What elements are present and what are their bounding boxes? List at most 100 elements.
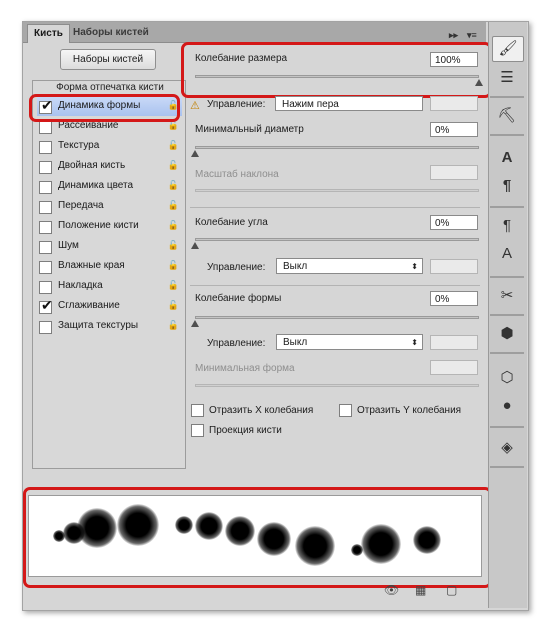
checkbox[interactable] bbox=[39, 261, 52, 274]
list-item-smoothing[interactable]: ✔ Сглаживание 🔓 bbox=[37, 297, 182, 316]
select-arrows-icon: ⬍ bbox=[411, 338, 418, 347]
warning-icon: ⚠ bbox=[190, 100, 200, 112]
separator bbox=[490, 134, 524, 136]
roundness-control-label: Управление: bbox=[207, 338, 266, 349]
angle-jitter-slider[interactable] bbox=[195, 238, 479, 241]
brush-tool-icon[interactable]: 🖌 bbox=[492, 36, 524, 62]
character-icon[interactable]: A bbox=[492, 146, 522, 170]
highlight-preview bbox=[23, 487, 492, 588]
lock-icon[interactable]: 🔓 bbox=[168, 260, 179, 271]
roundness-control-select[interactable]: Выкл ⬍ bbox=[276, 334, 423, 350]
flip-x-label: Отразить X колебания bbox=[209, 405, 314, 416]
3d-icon[interactable]: ⬢ bbox=[492, 322, 522, 346]
lock-icon[interactable]: 🔓 bbox=[168, 180, 179, 191]
separator bbox=[490, 206, 524, 208]
lock-icon[interactable]: 🔓 bbox=[168, 200, 179, 211]
tools-icon[interactable]: ✂ bbox=[492, 284, 522, 308]
checkbox[interactable] bbox=[39, 181, 52, 194]
tilt-scale-label: Масштаб наклона bbox=[195, 169, 279, 180]
min-roundness-field bbox=[430, 360, 478, 375]
separator bbox=[490, 314, 524, 316]
min-roundness-slider bbox=[195, 384, 479, 387]
separator bbox=[490, 96, 524, 98]
flip-x-checkbox[interactable] bbox=[191, 404, 204, 417]
tab-brush[interactable]: Кисть bbox=[27, 24, 70, 43]
lock-icon[interactable]: 🔓 bbox=[168, 140, 179, 151]
lock-icon[interactable]: 🔓 bbox=[168, 320, 179, 331]
checkbox[interactable] bbox=[39, 141, 52, 154]
size-control-extra-field bbox=[430, 96, 478, 111]
list-item-protect-texture[interactable]: Защита текстуры 🔓 bbox=[37, 317, 182, 336]
flip-y-checkbox[interactable] bbox=[339, 404, 352, 417]
list-item-transfer[interactable]: Передача 🔓 bbox=[37, 197, 182, 216]
adjustments-icon[interactable]: ● bbox=[492, 394, 522, 418]
divider bbox=[190, 285, 480, 286]
min-diameter-field[interactable]: 0% bbox=[430, 122, 478, 137]
char-styles-icon[interactable]: A bbox=[492, 242, 522, 266]
checkbox[interactable] bbox=[39, 221, 52, 234]
roundness-jitter-slider-thumb[interactable] bbox=[191, 320, 199, 327]
brush-projection-checkbox[interactable] bbox=[191, 424, 204, 437]
select-arrows-icon: ⬍ bbox=[411, 262, 418, 271]
min-roundness-label: Минимальная форма bbox=[195, 363, 295, 374]
list-item-brush-pose[interactable]: Положение кисти 🔓 bbox=[37, 217, 182, 236]
min-diameter-slider-thumb[interactable] bbox=[191, 150, 199, 157]
tab-bar: Кисть Наборы кистей ▸▸ ▾≡ bbox=[23, 22, 486, 43]
highlight-shape-dynamics bbox=[29, 94, 180, 122]
clone-source-icon[interactable]: ⛏ bbox=[492, 104, 522, 128]
tab-brush-presets[interactable]: Наборы кистей bbox=[67, 24, 155, 42]
list-item-dual-brush[interactable]: Двойная кисть 🔓 bbox=[37, 157, 182, 176]
roundness-jitter-slider[interactable] bbox=[195, 316, 479, 319]
brush-projection-label: Проекция кисти bbox=[209, 425, 282, 436]
lock-icon[interactable]: 🔓 bbox=[168, 300, 179, 311]
separator bbox=[490, 466, 524, 468]
highlight-size-jitter bbox=[181, 42, 492, 98]
checkbox[interactable] bbox=[39, 321, 52, 334]
roundness-control-extra-field bbox=[430, 335, 478, 350]
size-control-label: Управление: bbox=[207, 99, 266, 110]
brush-presets-button[interactable]: Наборы кистей bbox=[60, 49, 156, 70]
list-item-build-up[interactable]: Накладка 🔓 bbox=[37, 277, 182, 296]
checkbox[interactable] bbox=[39, 201, 52, 214]
angle-control-label: Управление: bbox=[207, 262, 266, 273]
checkbox[interactable] bbox=[39, 241, 52, 254]
list-item-color-dynamics[interactable]: Динамика цвета 🔓 bbox=[37, 177, 182, 196]
brush-tip-shape-item[interactable]: Форма отпечатка кисти bbox=[40, 82, 180, 93]
flip-y-label: Отразить Y колебания bbox=[357, 405, 462, 416]
checkbox[interactable] bbox=[39, 161, 52, 174]
angle-jitter-field[interactable]: 0% bbox=[430, 215, 478, 230]
roundness-jitter-label: Колебание формы bbox=[195, 293, 282, 304]
tilt-scale-slider bbox=[195, 189, 479, 192]
paragraph-icon[interactable]: ¶ bbox=[492, 174, 522, 198]
separator bbox=[490, 276, 524, 278]
lock-icon[interactable]: 🔓 bbox=[168, 240, 179, 251]
size-control-select[interactable]: Нажим пера bbox=[275, 96, 423, 111]
list-item-wet-edges[interactable]: Влажные края 🔓 bbox=[37, 257, 182, 276]
angle-jitter-label: Колебание угла bbox=[195, 217, 268, 228]
lock-icon[interactable]: 🔓 bbox=[168, 220, 179, 231]
3d-scene-icon[interactable]: ⬡ bbox=[492, 366, 522, 390]
min-diameter-slider[interactable] bbox=[195, 146, 479, 149]
para-styles-icon[interactable]: ¶ bbox=[492, 214, 522, 238]
angle-jitter-slider-thumb[interactable] bbox=[191, 242, 199, 249]
roundness-jitter-field[interactable]: 0% bbox=[430, 291, 478, 306]
divider bbox=[190, 207, 480, 208]
new-preset-icon[interactable]: ▢ bbox=[446, 583, 457, 597]
layers-icon[interactable]: ◈ bbox=[492, 436, 522, 460]
lock-icon[interactable]: 🔓 bbox=[168, 160, 179, 171]
toggle-live-tip-icon[interactable]: 👁 bbox=[384, 583, 399, 597]
checkbox[interactable]: ✔ bbox=[39, 297, 53, 314]
separator bbox=[490, 352, 524, 354]
lock-icon[interactable]: 🔓 bbox=[168, 280, 179, 291]
list-item-texture[interactable]: Текстура 🔓 bbox=[37, 137, 182, 156]
tilt-scale-field bbox=[430, 165, 478, 180]
min-diameter-label: Минимальный диаметр bbox=[195, 124, 304, 135]
brush-presets-icon[interactable]: ☰ bbox=[492, 66, 522, 90]
angle-control-select[interactable]: Выкл ⬍ bbox=[276, 258, 423, 274]
checkbox[interactable] bbox=[39, 281, 52, 294]
grid-icon[interactable]: ▦ bbox=[415, 583, 426, 597]
checkbox[interactable] bbox=[39, 121, 52, 134]
separator bbox=[490, 426, 524, 428]
angle-control-extra-field bbox=[430, 259, 478, 274]
list-item-noise[interactable]: Шум 🔓 bbox=[37, 237, 182, 256]
